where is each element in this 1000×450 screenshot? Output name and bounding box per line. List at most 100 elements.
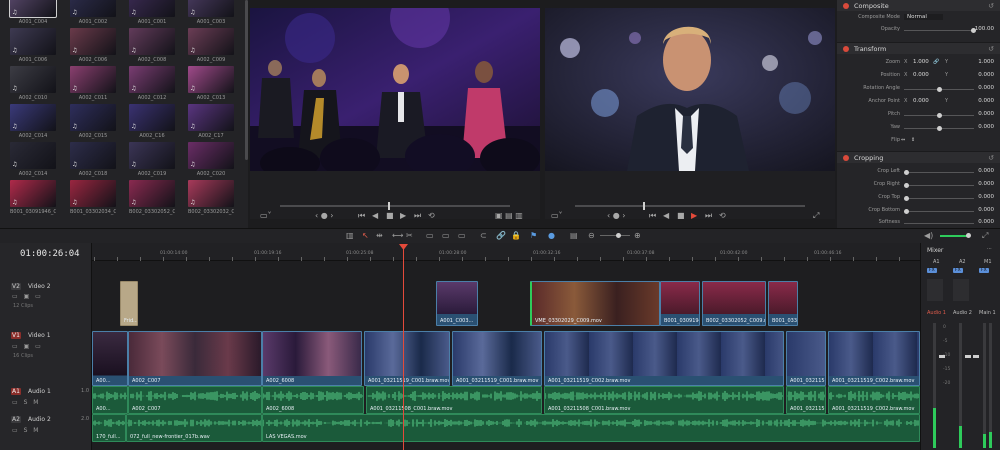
media-pool-clip[interactable]: ♫ A002_C019 bbox=[129, 142, 175, 177]
source-play-reverse-icon[interactable]: ◀ bbox=[372, 211, 378, 220]
media-pool-clip[interactable]: ♫ B002_03302052_C0... bbox=[129, 180, 175, 215]
trim-tool-icon[interactable]: ⇹ bbox=[376, 231, 383, 240]
media-pool-clip[interactable]: ♫ A001_C002 bbox=[70, 0, 116, 25]
timeline-skip-back-icon[interactable]: ⏮ bbox=[649, 211, 656, 221]
track-a1-controls-icon[interactable]: ▭ S M bbox=[12, 399, 40, 406]
zoom-in-icon[interactable]: ⊕ bbox=[634, 231, 641, 240]
v1-clip[interactable]: A001_03211519_C002.braw.mov bbox=[828, 331, 920, 386]
media-pool-scrollbar[interactable] bbox=[245, 0, 248, 160]
insert-clip-icon[interactable]: ▭ bbox=[426, 231, 434, 240]
source-skip-back-icon[interactable]: ⏮ bbox=[358, 211, 365, 221]
a1-clip[interactable]: A002_C007 bbox=[128, 386, 262, 414]
cropping-reset-icon[interactable]: ↺ bbox=[988, 154, 994, 162]
rotation-value[interactable]: 0.000 bbox=[978, 85, 994, 91]
expand-icon[interactable]: ⤢ bbox=[982, 231, 988, 241]
fader-main-1[interactable] bbox=[973, 355, 979, 358]
linked-selection-icon[interactable]: 🔗 bbox=[496, 231, 506, 240]
flag-icon[interactable]: ⚑ bbox=[530, 231, 537, 240]
media-pool-clip[interactable]: ♫ A002_C015 bbox=[70, 104, 116, 139]
source-scrubber[interactable] bbox=[280, 205, 510, 207]
source-scrubber-head[interactable] bbox=[388, 202, 390, 210]
overwrite-clip-icon[interactable]: ▭ bbox=[442, 231, 450, 240]
source-play-icon[interactable]: ▶ bbox=[400, 211, 406, 220]
timeline-viewer[interactable] bbox=[545, 8, 835, 171]
softness-value[interactable]: 0.000 bbox=[978, 219, 994, 225]
v2-clip[interactable]: Frid... bbox=[120, 281, 138, 326]
track-v1-controls-icon[interactable]: ▭ ▣ ▭ bbox=[12, 343, 43, 350]
v2-clip[interactable]: B001_03091946_... bbox=[660, 281, 700, 326]
source-jog-icon[interactable]: ‹ ● › bbox=[315, 211, 333, 220]
a2-clip[interactable]: LAS VEGAS.mov bbox=[262, 414, 920, 442]
media-pool-clip[interactable]: ♫ A002_C008 bbox=[129, 28, 175, 63]
v1-clip[interactable]: A002_6008 bbox=[262, 331, 362, 386]
position-x-value[interactable]: 0.000 bbox=[913, 72, 929, 78]
source-stop-icon[interactable]: ■ bbox=[386, 211, 394, 220]
composite-reset-icon[interactable]: ↺ bbox=[988, 2, 994, 10]
yaw-value[interactable]: 0.000 bbox=[978, 124, 994, 130]
crop-right-value[interactable]: 0.000 bbox=[978, 181, 994, 187]
composite-section-header[interactable]: Composite ↺ bbox=[837, 0, 1000, 11]
flip-vertical-icon[interactable]: ⇕ bbox=[911, 137, 915, 143]
media-pool-clip[interactable]: ♫ B001_03302034_C0... bbox=[70, 180, 116, 215]
track-v1-id[interactable]: V1 bbox=[11, 332, 21, 339]
media-pool-clip[interactable]: ♫ A002_C013 bbox=[188, 66, 234, 101]
mixer-menu-icon[interactable]: ⋯ bbox=[987, 246, 992, 252]
mixer-fx-a1-button[interactable]: FX bbox=[927, 268, 937, 273]
mixer-fx-a2-button[interactable]: FX bbox=[953, 268, 963, 273]
media-pool-clip[interactable]: ♫ A002_C006 bbox=[70, 28, 116, 63]
a1-clip[interactable]: A001_03211519_C002.braw.mov bbox=[828, 386, 920, 414]
zoom-y-value[interactable]: 1.000 bbox=[978, 59, 994, 65]
media-pool-clip[interactable]: ♫ A002_C020 bbox=[188, 142, 234, 177]
v1-clip[interactable]: A001_03211519_C001.braw.mov bbox=[452, 331, 542, 386]
mixer-pan-a1[interactable] bbox=[927, 279, 943, 301]
timeline-ruler[interactable]: 01:00:14:00 01:00:19:16 01:00:25:08 01:00:2… bbox=[92, 243, 920, 261]
blade-tool-icon[interactable]: ✂ bbox=[406, 231, 413, 240]
a1-clip[interactable]: A001_03211508_C001.braw.mov bbox=[544, 386, 784, 414]
track-v2-controls-icon[interactable]: ▭ ▣ ▭ bbox=[12, 293, 43, 300]
a2-clip[interactable]: 170_full... bbox=[92, 414, 126, 442]
media-pool-clip[interactable]: ♫ B002_03302032_C0... bbox=[188, 180, 234, 215]
v1-clip[interactable]: A001_03211519_C002.braw.mov bbox=[544, 331, 784, 386]
crop-right-slider[interactable] bbox=[904, 185, 974, 186]
media-pool-clip[interactable]: ♫ A002_C16 bbox=[129, 104, 175, 139]
zoom-out-icon[interactable]: ⊖ bbox=[588, 231, 595, 240]
source-view-options-icon[interactable]: ▭˅ bbox=[260, 211, 272, 220]
v1-clip[interactable]: A002_C007 bbox=[128, 331, 262, 386]
layout-icon[interactable]: ▥ bbox=[346, 231, 354, 240]
crop-left-slider[interactable] bbox=[904, 172, 974, 173]
rotation-knob[interactable] bbox=[937, 87, 942, 92]
a1-clip[interactable]: A00... bbox=[92, 386, 128, 414]
speaker-icon[interactable]: ◀) bbox=[924, 231, 933, 240]
mixer-pan-a2[interactable] bbox=[953, 279, 969, 301]
transform-enable-icon[interactable] bbox=[843, 46, 849, 52]
yaw-knob[interactable] bbox=[937, 126, 942, 131]
timeline-scrubber-head[interactable] bbox=[643, 202, 645, 210]
marker-icon[interactable]: ● bbox=[548, 231, 555, 240]
v2-clip[interactable]: B002_03302052_C009.mov bbox=[702, 281, 766, 326]
track-a1-id[interactable]: A1 bbox=[11, 388, 21, 395]
v1-clip[interactable]: A00... bbox=[92, 331, 128, 386]
media-pool-clip[interactable]: ♫ A001_C006 bbox=[10, 28, 56, 63]
media-pool-clip[interactable]: ♫ A002_C018 bbox=[70, 142, 116, 177]
position-lock-icon[interactable]: 🔒 bbox=[511, 231, 521, 240]
media-pool-clip[interactable]: ♫ B001_03091946_C01... bbox=[10, 180, 56, 215]
media-pool-clip[interactable]: ♫ A002_C014 bbox=[10, 142, 56, 177]
v1-clip[interactable]: A001_03211519_C... bbox=[786, 331, 826, 386]
selection-tool-icon[interactable]: ↖ bbox=[362, 231, 369, 240]
mixer-fx-m1-button[interactable]: FX bbox=[979, 268, 989, 273]
timeline-skip-forward-icon[interactable]: ⏭ bbox=[705, 211, 712, 221]
replace-clip-icon[interactable]: ▭ bbox=[458, 231, 466, 240]
media-pool-clip[interactable]: ♫ A001_C001 bbox=[129, 0, 175, 25]
v2-clip[interactable]: B001_0330... bbox=[768, 281, 798, 326]
media-pool-clip[interactable]: ♫ A002_C012 bbox=[129, 66, 175, 101]
track-v2-id[interactable]: V2 bbox=[11, 283, 21, 290]
crop-bottom-slider[interactable] bbox=[904, 211, 974, 212]
media-pool-clip[interactable]: ♫ A001_C003 bbox=[188, 0, 234, 25]
media-pool-clip[interactable]: ♫ A002_C17 bbox=[188, 104, 234, 139]
cropping-section-header[interactable]: Cropping ↺ bbox=[837, 151, 1000, 163]
v1-clip[interactable]: A001_03211519_C001.braw.mov bbox=[364, 331, 450, 386]
softness-slider[interactable] bbox=[904, 223, 974, 224]
media-pool-clip[interactable]: ♫ A002_C010 bbox=[10, 66, 56, 101]
cropping-enable-icon[interactable] bbox=[843, 155, 849, 161]
timeline-play-icon[interactable]: ▶ bbox=[691, 211, 697, 220]
